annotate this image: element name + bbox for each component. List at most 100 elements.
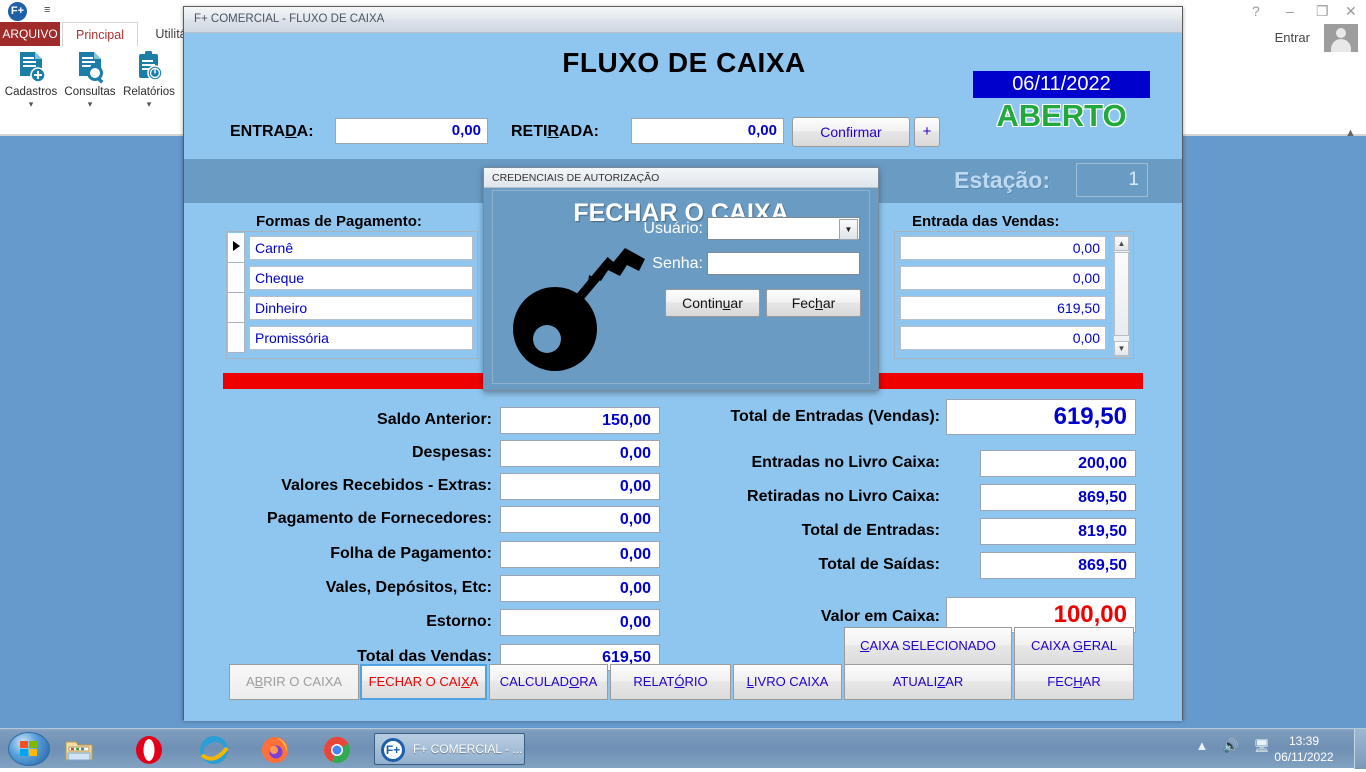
atualizar-button[interactable]: ATUALIZAR bbox=[844, 664, 1012, 700]
list-item[interactable]: 0,00 bbox=[900, 326, 1106, 350]
ribbon-button-consultas[interactable]: Consultas ▾ bbox=[61, 50, 119, 110]
restore-button[interactable]: ❐ bbox=[1316, 4, 1329, 18]
signin-label[interactable]: Entrar bbox=[1275, 30, 1310, 45]
usuario-label: Usuário: bbox=[643, 220, 703, 237]
document-add-icon bbox=[15, 50, 47, 84]
tab-principal[interactable]: Principal bbox=[62, 22, 138, 46]
list-item[interactable]: Promissória bbox=[249, 326, 473, 350]
entrada-input[interactable]: 0,00 bbox=[335, 118, 488, 144]
taskbar-task-f-comercial[interactable]: F+ F+ COMERCIAL - ... bbox=[374, 733, 525, 765]
field-value-despesas[interactable]: 0,00 bbox=[500, 440, 660, 467]
avatar[interactable] bbox=[1324, 24, 1358, 52]
fechar-o-caixa-button[interactable]: FECHAR O CAIXA bbox=[360, 664, 487, 700]
scrollbar-thumb[interactable] bbox=[1114, 252, 1129, 336]
list-item[interactable]: 619,50 bbox=[900, 296, 1106, 320]
chevron-down-icon[interactable]: ▾ bbox=[120, 99, 178, 110]
speaker-icon[interactable]: 🔊 bbox=[1223, 738, 1239, 753]
caixa-selecionado-button[interactable]: CAIXA SELECIONADO bbox=[844, 627, 1012, 665]
opera-icon[interactable] bbox=[134, 735, 164, 765]
tab-arquivo[interactable]: ARQUIVO bbox=[0, 22, 60, 46]
add-button[interactable]: + bbox=[914, 117, 940, 147]
taskbar: F+ F+ COMERCIAL - ... ▲ 🔊 🖥 13:39 06/11/… bbox=[0, 728, 1366, 769]
minimize-button[interactable]: – bbox=[1286, 4, 1294, 18]
payments-heading: Formas de Pagamento: bbox=[256, 213, 422, 230]
fechar-button[interactable]: FECHAR bbox=[1014, 664, 1134, 700]
close-button[interactable]: ✕ bbox=[1345, 4, 1357, 18]
field-value-total-entradas-vendas[interactable]: 619,50 bbox=[946, 399, 1136, 435]
list-item[interactable]: 0,00 bbox=[900, 266, 1106, 290]
chevron-down-icon[interactable]: ▾ bbox=[2, 99, 60, 110]
chevron-down-icon[interactable]: ≡ bbox=[44, 4, 50, 16]
help-button[interactable]: ? bbox=[1252, 4, 1260, 18]
continuar-button[interactable]: Continuar bbox=[665, 289, 760, 317]
window-titlebar[interactable]: F+ COMERCIAL - FLUXO DE CAIXA bbox=[184, 7, 1182, 33]
list-item[interactable]: Cheque bbox=[249, 266, 473, 290]
row-selector[interactable] bbox=[228, 233, 245, 263]
triangle-up-icon[interactable]: ▲ bbox=[1114, 236, 1129, 251]
clock[interactable]: 13:39 06/11/2022 bbox=[1268, 733, 1340, 765]
chevron-down-icon[interactable]: ▾ bbox=[61, 99, 119, 110]
caixa-geral-button[interactable]: CAIXA GERAL bbox=[1014, 627, 1134, 665]
file-explorer-icon[interactable] bbox=[64, 735, 94, 765]
field-label-valores-recebidos: Valores Recebidos - Extras: bbox=[281, 477, 492, 494]
field-label-vales-depositos: Vales, Depósitos, Etc: bbox=[325, 579, 492, 596]
retirada-input[interactable]: 0,00 bbox=[631, 118, 784, 144]
livro-caixa-button[interactable]: LIVRO CAIXA bbox=[733, 664, 842, 700]
field-value-total-entradas[interactable]: 819,50 bbox=[980, 518, 1136, 545]
date-display: 06/11/2022 bbox=[973, 71, 1150, 98]
confirmar-button[interactable]: Confirmar bbox=[792, 117, 910, 147]
senha-input[interactable] bbox=[707, 252, 860, 275]
list-item[interactable]: 0,00 bbox=[900, 236, 1106, 260]
chrome-icon[interactable] bbox=[322, 735, 352, 765]
chevron-up-icon[interactable]: ▲ bbox=[1196, 738, 1209, 753]
authorization-dialog: CREDENCIAIS DE AUTORIZAÇÃO FECHAR O CAIX… bbox=[483, 167, 879, 391]
abrir-o-caixa-button[interactable]: ABRIR O CAIXA bbox=[229, 664, 359, 700]
field-value-entradas-livro-caixa[interactable]: 200,00 bbox=[980, 450, 1136, 477]
field-value-estorno[interactable]: 0,00 bbox=[500, 609, 660, 636]
show-desktop-button[interactable] bbox=[1354, 729, 1366, 769]
field-value-total-saidas[interactable]: 869,50 bbox=[980, 552, 1136, 579]
chevron-down-icon[interactable]: ▼ bbox=[839, 219, 858, 240]
row-selector[interactable] bbox=[228, 323, 245, 353]
sales-entries-heading: Entrada das Vendas: bbox=[912, 213, 1060, 230]
triangle-right-icon bbox=[233, 241, 240, 251]
field-value-retiradas-livro-caixa[interactable]: 869,50 bbox=[980, 484, 1136, 511]
station-value[interactable]: 1 bbox=[1076, 163, 1148, 197]
app-logo-icon: F+ bbox=[381, 738, 405, 762]
status-badge: ABERTO bbox=[996, 98, 1127, 133]
firefox-icon[interactable] bbox=[260, 735, 290, 765]
chevron-up-icon[interactable]: ▲ bbox=[1345, 127, 1356, 139]
row-selector[interactable] bbox=[228, 293, 245, 323]
row-selector[interactable] bbox=[228, 263, 245, 293]
scrollbar[interactable]: ▲ ▼ bbox=[1113, 235, 1130, 357]
field-label-saldo-anterior: Saldo Anterior: bbox=[377, 411, 492, 428]
ribbon-button-cadastros[interactable]: Cadastros ▾ bbox=[2, 50, 60, 110]
field-value-pagamento-fornecedores[interactable]: 0,00 bbox=[500, 506, 660, 533]
ribbon-button-label: Relatórios bbox=[123, 86, 175, 98]
sales-entries-list[interactable]: 0,00 0,00 619,50 0,00 ▲ ▼ bbox=[894, 231, 1134, 359]
calculadora-button[interactable]: CALCULADORA bbox=[489, 664, 608, 700]
internet-explorer-icon[interactable] bbox=[198, 735, 229, 765]
list-item[interactable]: Carnê bbox=[249, 236, 473, 260]
field-label-total-entradas: Total de Entradas: bbox=[801, 522, 940, 539]
triangle-down-icon[interactable]: ▼ bbox=[1114, 341, 1129, 356]
dialog-titlebar[interactable]: CREDENCIAIS DE AUTORIZAÇÃO bbox=[484, 168, 878, 188]
fechar-dialog-button[interactable]: Fechar bbox=[766, 289, 861, 317]
field-value-valores-recebidos[interactable]: 0,00 bbox=[500, 473, 660, 500]
page-title: FLUXO DE CAIXA bbox=[562, 47, 806, 78]
field-value-folha-pagamento[interactable]: 0,00 bbox=[500, 541, 660, 568]
ribbon-button-relatorios[interactable]: Relatórios ▾ bbox=[120, 50, 178, 110]
relatorio-button[interactable]: RELATÓRIO bbox=[610, 664, 731, 700]
app-logo-icon[interactable]: F+ bbox=[8, 2, 27, 21]
ribbon-button-label: Cadastros bbox=[4, 86, 58, 98]
avatar-body-icon bbox=[1331, 39, 1351, 52]
windows-start-icon[interactable] bbox=[8, 732, 50, 766]
list-item[interactable]: Dinheiro bbox=[249, 296, 473, 320]
field-value-vales-depositos[interactable]: 0,00 bbox=[500, 575, 660, 602]
field-label-total-saidas: Total de Saídas: bbox=[818, 556, 940, 573]
clipboard-clock-icon bbox=[133, 50, 165, 84]
field-value-saldo-anterior[interactable]: 150,00 bbox=[500, 407, 660, 434]
clock-date: 06/11/2022 bbox=[1274, 750, 1334, 764]
usuario-combobox[interactable]: ▼ bbox=[707, 217, 860, 240]
payments-list[interactable]: Carnê Cheque Dinheiro Promissória bbox=[226, 231, 478, 359]
